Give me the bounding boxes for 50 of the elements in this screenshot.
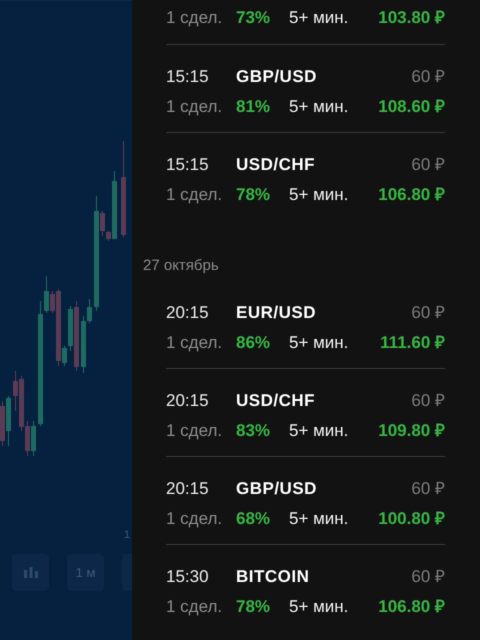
payout-amount: 108.60 ₽ — [378, 96, 445, 118]
payout-percent: 78% — [236, 184, 272, 206]
deal-count: 1 сдел. — [166, 96, 224, 118]
duration: 5+ мин. — [288, 332, 350, 354]
duration: 5+ мин. — [288, 596, 350, 618]
date-header: 27 октябрь — [143, 256, 220, 276]
payout-percent: 78% — [236, 596, 272, 618]
payout-amount: 109.80 ₽ — [378, 420, 445, 442]
payout-percent: 86% — [236, 332, 272, 354]
payout-percent: 73% — [236, 7, 272, 29]
payout-percent: 68% — [236, 508, 272, 530]
trade-time: 20:15 — [166, 478, 210, 500]
trade-time: 15:15 — [166, 154, 210, 176]
stake-amount: 60 ₽ — [411, 478, 445, 500]
duration: 5+ мин. — [288, 7, 350, 29]
chart-type-button[interactable] — [12, 554, 49, 591]
asset-name: USD/CHF — [236, 154, 316, 176]
duration: 5+ мин. — [288, 508, 350, 530]
trade-time: 20:15 — [166, 390, 210, 412]
asset-name: EUR/USD — [236, 302, 318, 324]
payout-amount: 100.80 ₽ — [378, 508, 445, 530]
stake-amount: 60 ₽ — [411, 566, 445, 588]
trade-time: 15:30 — [166, 566, 210, 588]
deal-count: 1 сдел. — [166, 184, 224, 206]
duration: 5+ мин. — [288, 420, 350, 442]
stake-amount: 60 ₽ — [411, 390, 445, 412]
duration: 5+ мин. — [288, 96, 350, 118]
payout-amount: 103.80 ₽ — [378, 7, 445, 29]
payout-percent: 81% — [236, 96, 272, 118]
stake-amount: 60 ₽ — [411, 154, 445, 176]
payout-amount: 106.80 ₽ — [378, 184, 445, 206]
axis-time-label: 1 — [124, 529, 130, 541]
asset-name: GBP/USD — [236, 66, 318, 88]
payout-amount: 111.60 ₽ — [380, 332, 445, 354]
candlestick-icon — [22, 564, 38, 580]
trade-time: 20:15 — [166, 302, 210, 324]
deal-count: 1 сдел. — [166, 332, 224, 354]
trade-time: 15:15 — [166, 66, 210, 88]
deal-count: 1 сдел. — [166, 596, 224, 618]
stake-amount: 60 ₽ — [411, 66, 445, 88]
stake-amount: 60 ₽ — [411, 302, 445, 324]
duration: 5+ мин. — [288, 184, 350, 206]
asset-name: USD/CHF — [236, 390, 316, 412]
deal-count: 1 сдел. — [166, 7, 224, 29]
deal-count: 1 сдел. — [166, 420, 224, 442]
asset-name: BITCOIN — [236, 566, 310, 588]
asset-name: GBP/USD — [236, 478, 318, 500]
deal-count: 1 сдел. — [166, 508, 224, 530]
payout-amount: 106.80 ₽ — [378, 596, 445, 618]
payout-percent: 83% — [236, 420, 272, 442]
